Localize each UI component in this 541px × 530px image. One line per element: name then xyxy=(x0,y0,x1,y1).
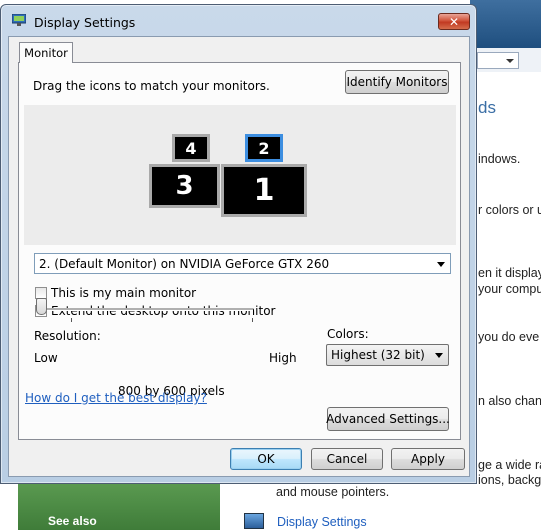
advanced-settings-button[interactable]: Advanced Settings... xyxy=(326,407,450,431)
monitor-3-icon[interactable]: 3 xyxy=(149,164,220,208)
display-settings-link[interactable]: Display Settings xyxy=(277,515,367,529)
background-address-bar xyxy=(475,48,541,73)
background-text-line: you do eve xyxy=(478,330,540,344)
monitor-select-value: 2. (Default Monitor) on NVIDIA GeForce G… xyxy=(39,256,330,271)
resolution-high-label: High xyxy=(269,351,297,365)
ok-button[interactable]: OK xyxy=(230,448,302,470)
background-text-line: r colors or u xyxy=(478,203,541,217)
monitor-1-icon[interactable]: 1 xyxy=(221,164,307,217)
display-settings-app-icon xyxy=(12,14,26,26)
background-text-line: your compu xyxy=(478,282,541,296)
background-titlebar xyxy=(470,0,541,48)
resolution-label: Resolution: xyxy=(34,329,101,343)
tab-monitor[interactable]: Monitor xyxy=(19,42,73,63)
background-text-line: en it display xyxy=(478,266,541,280)
close-icon: ✕ xyxy=(448,14,460,29)
monitor-tab-panel: Drag the icons to match your monitors. I… xyxy=(18,62,461,440)
see-also-heading: See also xyxy=(48,514,97,528)
background-dropdown[interactable] xyxy=(477,52,519,69)
title-bar[interactable]: Display Settings ✕ xyxy=(1,5,476,35)
display-settings-dialog: Display Settings ✕ Monitor Drag the icon… xyxy=(0,4,477,484)
colors-select-value: Highest (32 bit) xyxy=(331,348,425,362)
identify-monitors-button[interactable]: Identify Monitors xyxy=(345,70,449,94)
instruction-text: Drag the icons to match your monitors. xyxy=(33,79,270,93)
colors-label: Colors: xyxy=(327,327,369,341)
monitor-2-icon[interactable]: 2 xyxy=(245,134,283,162)
chevron-down-icon xyxy=(435,353,443,358)
extend-desktop-label[interactable]: Extend the desktop onto this monitor xyxy=(51,304,275,318)
monitor-arrangement-area[interactable]: 4 2 3 1 xyxy=(24,105,456,245)
slider-tick xyxy=(71,318,72,322)
slider-tick xyxy=(252,318,253,322)
best-display-help-link[interactable]: How do I get the best display? xyxy=(25,391,207,405)
background-text-line: n also chang xyxy=(478,394,541,408)
apply-button[interactable]: Apply xyxy=(391,448,465,470)
window-title: Display Settings xyxy=(34,15,136,30)
background-text-line: indows. xyxy=(478,152,521,166)
background-heading: ds xyxy=(478,98,496,117)
resolution-slider-track[interactable] xyxy=(43,308,253,311)
cancel-button[interactable]: Cancel xyxy=(311,448,383,470)
close-button[interactable]: ✕ xyxy=(438,13,470,30)
chevron-down-icon xyxy=(437,262,445,267)
background-text-line: and mouse pointers. xyxy=(276,485,390,499)
colors-select[interactable]: Highest (32 bit) xyxy=(326,344,449,366)
resolution-slider-thumb[interactable] xyxy=(36,298,47,315)
background-text-line: ge a wide ra xyxy=(478,458,541,472)
resolution-low-label: Low xyxy=(34,351,58,365)
background-text-line: ions, backgr xyxy=(478,473,541,487)
main-monitor-label[interactable]: This is my main monitor xyxy=(51,286,196,300)
monitor-4-icon[interactable]: 4 xyxy=(172,134,210,162)
display-settings-icon xyxy=(244,513,264,529)
monitor-select[interactable]: 2. (Default Monitor) on NVIDIA GeForce G… xyxy=(34,253,451,274)
